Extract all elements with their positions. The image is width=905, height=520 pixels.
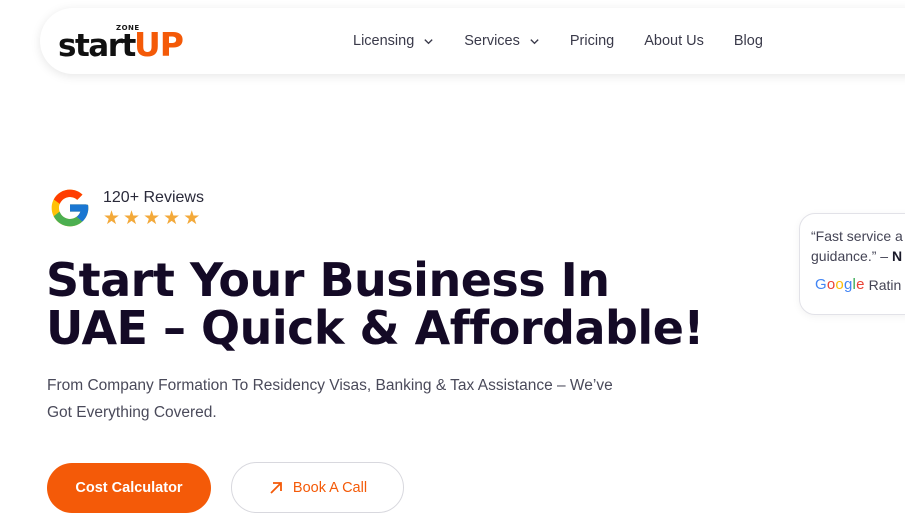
reviews-text: 120+ Reviews ★ ★ ★ ★ ★ [103,189,204,228]
star-icon: ★ [163,206,181,229]
hero-title: Start Your Business In UAE – Quick & Aff… [46,253,704,355]
chevron-down-icon [424,38,433,44]
book-a-call-button[interactable]: Book A Call [231,462,404,513]
google-rating-line: Google Ratin [815,276,901,293]
nav-item-licensing[interactable]: Licensing [353,33,434,49]
cost-calculator-label: Cost Calculator [75,480,183,496]
nav-item-label: Pricing [569,33,615,49]
nav-item-about-us[interactable]: About Us [644,33,704,49]
hero-title-line-2: UAE – Quick & Affordable! [46,301,704,355]
quote-line-2: guidance.” – N [811,246,905,266]
arrow-up-right-icon [270,481,282,494]
nav-item-label: Services [464,33,520,49]
reviews-count: 120+ Reviews [103,188,204,206]
chevron-down-icon [530,38,539,44]
book-a-call-label: Book A Call [292,479,368,496]
google-wordmark: Google [815,276,865,293]
quote-line-1: “Fast service a [811,228,903,244]
star-icon: ★ [183,206,201,229]
nav-item-services[interactable]: Services [464,33,540,49]
rating-label: Ratin [868,276,902,293]
nav-item-blog[interactable]: Blog [734,33,763,49]
testimonial-quote: “Fast service a guidance.” – N [811,226,905,266]
hero-title-line-1: Start Your Business In [46,253,610,307]
cost-calculator-button[interactable]: Cost Calculator [47,463,211,513]
google-reviews-badge: 120+ Reviews ★ ★ ★ ★ ★ [48,186,204,230]
nav-item-label: Licensing [353,33,415,49]
star-rating: ★ ★ ★ ★ ★ [103,206,204,229]
nav-item-pricing[interactable]: Pricing [570,33,614,49]
star-icon: ★ [103,206,121,229]
quote-line-2-text: guidance.” – [811,248,892,264]
startup-zone-logo[interactable]: ZONE start UP [58,22,188,62]
google-g-icon [51,189,89,227]
logo-up-text: UP [134,25,184,64]
star-icon: ★ [143,206,161,229]
quote-author: N [891,248,903,264]
testimonial-card: “Fast service a guidance.” – N Google Ra… [799,213,905,315]
nav-links: Licensing Services Pricing About Us Blog [353,8,793,74]
nav-item-label: Blog [733,33,763,49]
star-icon: ★ [123,206,141,229]
logo-start-text: start [58,28,136,64]
hero-subtitle: From Company Formation To Residency Visa… [47,377,613,421]
navbar: ZONE start UP Licensing Services Pricing… [40,8,905,74]
nav-item-label: About Us [644,33,704,49]
